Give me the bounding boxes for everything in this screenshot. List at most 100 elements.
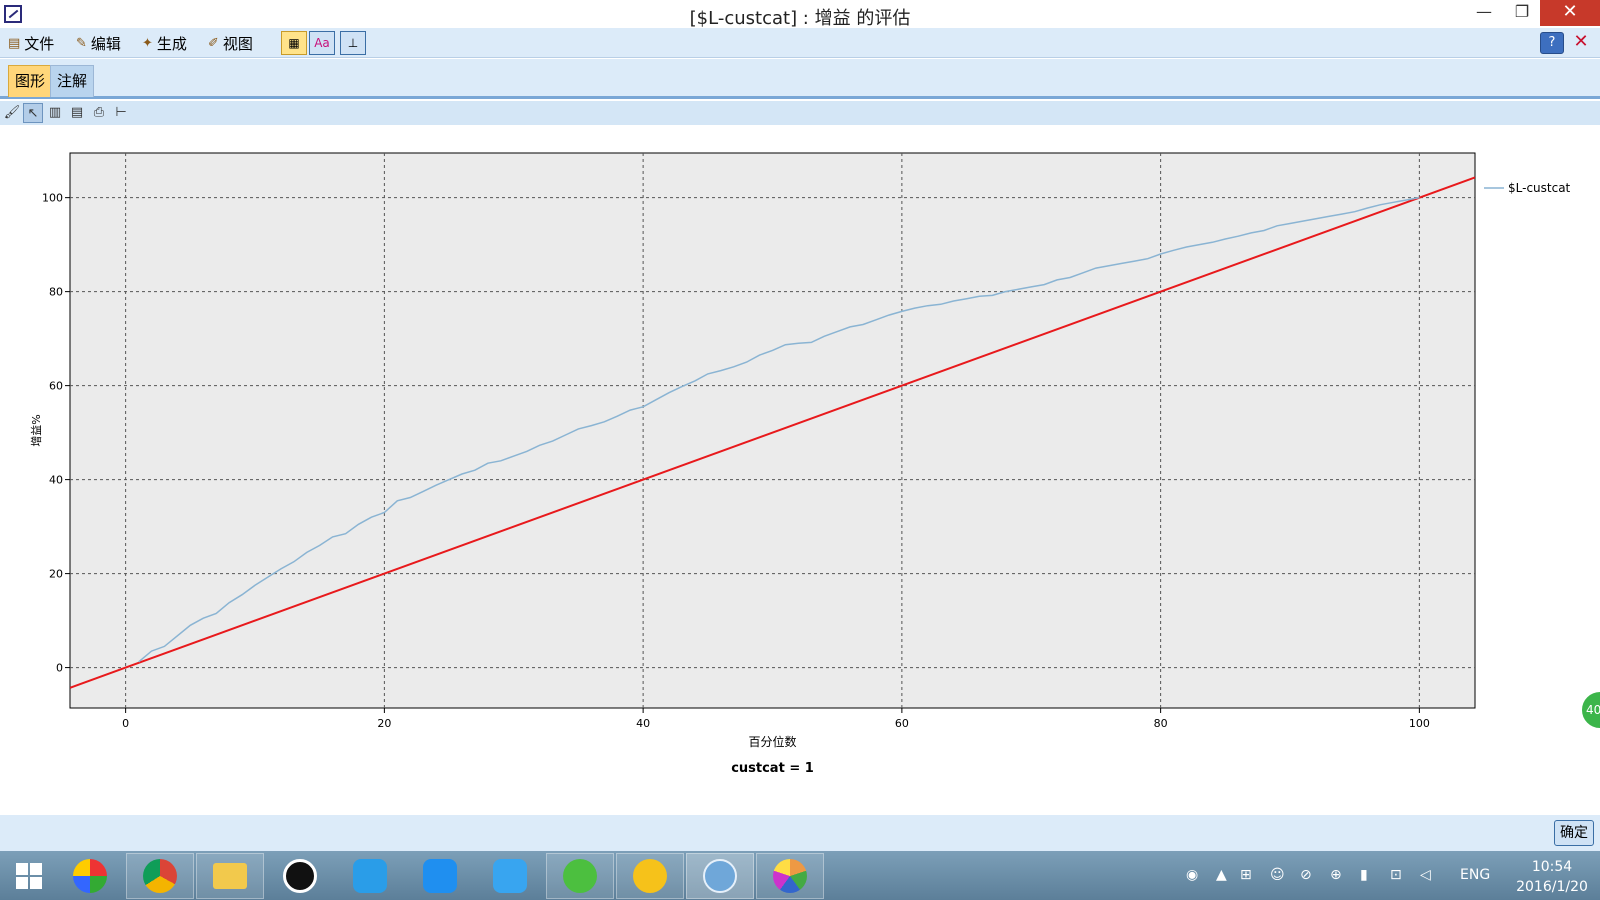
menu-generate[interactable]: ✦ 生成 [142, 33, 187, 54]
x-tick-label: 60 [895, 717, 909, 730]
generate-menu-icon: ✦ [142, 36, 153, 51]
menu-edit[interactable]: ✎ 编辑 [76, 33, 121, 54]
print-tool[interactable]: ⎙ [89, 103, 109, 123]
language-indicator[interactable]: ENG [1460, 867, 1490, 883]
penguin-icon [283, 859, 317, 893]
chart-grid-icon: ▦ [288, 36, 300, 50]
tool-strip: 🖌 ↖ ▥ ▤ ⎙ ⊢ [0, 101, 1600, 125]
chart-subtitle: custcat = 1 [731, 761, 814, 776]
y-tick-label: 100 [42, 192, 63, 205]
x-axis-label: 百分位数 [748, 734, 796, 749]
taskbar-app-cloud[interactable] [336, 853, 404, 899]
smiley-icon [633, 859, 667, 893]
diamond-app-icon [703, 859, 737, 893]
help-icon: ? [1548, 35, 1556, 50]
multicolor-app-icon [73, 859, 107, 893]
x-tick-label: 40 [636, 717, 650, 730]
tray-sync-icon[interactable]: ⊘ [1300, 867, 1312, 883]
tray-smiley-icon[interactable]: ☺ [1270, 867, 1285, 883]
axis-button[interactable]: ⊥ [340, 31, 366, 55]
taskbar-app-wechat[interactable] [546, 853, 614, 899]
window-close-button[interactable]: ✕ [1540, 0, 1600, 26]
brush-icon: 🖌 [3, 105, 21, 120]
close-icon: ✕ [1573, 31, 1589, 52]
taskbar-app-input[interactable] [476, 853, 544, 899]
axis-icon: ⊥ [347, 36, 359, 50]
dialog-footer: 确定 [0, 815, 1600, 851]
file-menu-icon: ▤ [8, 36, 21, 51]
taskbar-app-explorer[interactable] [196, 853, 264, 899]
menu-bar: ▤ 文件 ✎ 编辑 ✦ 生成 ✐ 视图 ▦ Aa ⊥ ? ✕ [0, 28, 1600, 58]
help-button[interactable]: ? [1540, 32, 1564, 54]
clock-time[interactable]: 10:54 [1520, 859, 1584, 875]
taskbar: ◉ ▲ ⊞ ☺ ⊘ ⊕ ▮ ⊡ ◁ ENG 10:54 2016/1/20 [0, 851, 1600, 900]
y-axis-ticks: 0 20 40 60 80 100 [42, 192, 70, 675]
font-size-button[interactable]: Aa [309, 31, 335, 55]
view-menu-icon: ✐ [208, 36, 219, 51]
taskbar-app-paint[interactable] [756, 853, 824, 899]
tree-tool[interactable]: ⊢ [111, 103, 131, 123]
tray-windows-icon[interactable]: ⊞ [1240, 867, 1252, 883]
menu-view[interactable]: ✐ 视图 [208, 33, 253, 54]
legend-entry: $L-custcat [1508, 181, 1571, 195]
gains-chart: 0 20 40 60 80 100 0 20 40 60 80 100 百分位数 增益% custc… [29, 152, 1571, 776]
chrome-icon [143, 859, 177, 893]
y-tick-label: 80 [49, 286, 63, 299]
font-size-icon: Aa [314, 36, 330, 50]
folder-icon [213, 863, 247, 889]
y-axis-label: 增益% [29, 414, 43, 446]
clock-date[interactable]: 2016/1/20 [1508, 879, 1596, 895]
y-tick-label: 40 [49, 474, 63, 487]
ok-button[interactable]: 确定 [1554, 820, 1594, 846]
wechat-icon [563, 859, 597, 893]
taskbar-app-emoji[interactable] [616, 853, 684, 899]
tab-annotation[interactable]: 注解 [50, 65, 95, 97]
tray-plus-icon[interactable]: ⊕ [1330, 867, 1342, 883]
copy-chart-icon: ▥ [48, 105, 62, 120]
tray-network-icon[interactable]: ⊡ [1390, 867, 1402, 883]
network-app-icon[interactable]: ◉ [1186, 867, 1198, 883]
x-tick-label: 100 [1409, 717, 1430, 730]
cloud-app-icon [353, 859, 387, 893]
minimize-button[interactable]: — [1464, 0, 1504, 26]
chart-grid-button[interactable]: ▦ [281, 31, 307, 55]
menu-file[interactable]: ▤ 文件 [8, 33, 54, 54]
y-tick-label: 0 [56, 662, 63, 675]
input-method-icon [493, 859, 527, 893]
palette-icon [773, 859, 807, 893]
maximize-button[interactable]: ❐ [1504, 0, 1540, 26]
brush-tool[interactable]: 🖌 [2, 103, 22, 123]
tab-strip: 图形 注解 [0, 59, 1600, 99]
y-tick-label: 60 [49, 380, 63, 393]
copy-data-tool[interactable]: ▤ [67, 103, 87, 123]
tab-graph[interactable]: 图形 [8, 65, 53, 97]
chart-area: 0 20 40 60 80 100 0 20 40 60 80 100 百分位数 增益% custc… [0, 125, 1600, 815]
print-icon: ⎙ [93, 105, 105, 120]
window-title: [$L-custcat] : 增益 的评估 [689, 8, 911, 29]
windows-start-icon [16, 863, 42, 889]
taskbar-app-modeler[interactable] [686, 853, 754, 899]
x-tick-label: 0 [122, 717, 129, 730]
start-button[interactable] [0, 853, 58, 899]
tree-icon: ⊢ [115, 105, 127, 120]
tray-volume-icon[interactable]: ◁ [1420, 867, 1431, 883]
menu-generate-label: 生成 [156, 35, 187, 53]
edit-menu-icon: ✎ [76, 36, 87, 51]
taskbar-app-360[interactable] [56, 853, 124, 899]
x-axis-ticks: 0 20 40 60 80 100 [122, 708, 1430, 730]
tray-expand-icon[interactable]: ▲ [1216, 867, 1227, 883]
menu-view-label: 视图 [222, 35, 253, 53]
taskbar-app-qq[interactable] [266, 853, 334, 899]
pointer-tool[interactable]: ↖ [23, 103, 43, 123]
taskbar-app-chrome[interactable] [126, 853, 194, 899]
tray-battery-icon[interactable]: ▮ [1360, 867, 1368, 883]
close-view-button[interactable]: ✕ [1568, 32, 1594, 54]
menu-file-label: 文件 [24, 35, 55, 53]
copy-chart-tool[interactable]: ▥ [45, 103, 65, 123]
plot-background [69, 152, 1476, 709]
baidu-cloud-icon [423, 859, 457, 893]
taskbar-app-baidu[interactable] [406, 853, 474, 899]
x-tick-label: 80 [1154, 717, 1168, 730]
x-tick-label: 20 [377, 717, 391, 730]
copy-data-icon: ▤ [70, 105, 84, 120]
